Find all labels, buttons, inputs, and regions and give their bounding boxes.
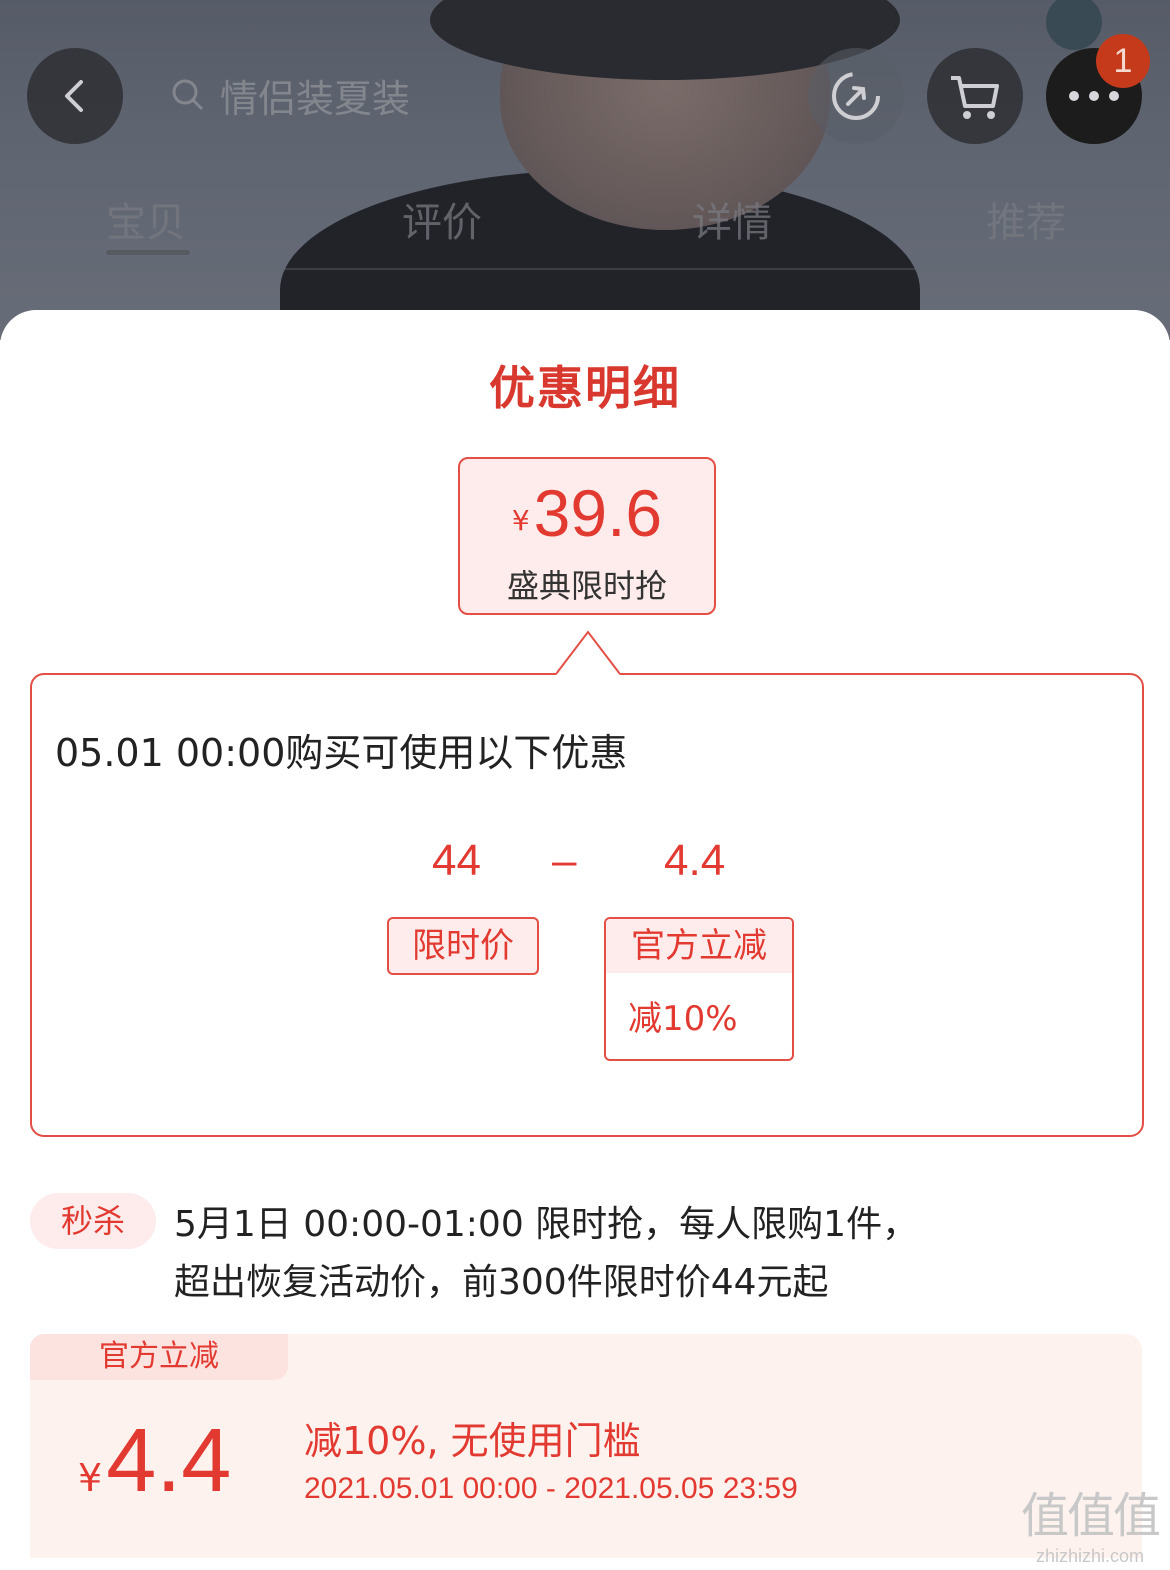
coupon-description: 减10%, 无使用门槛 [304,1419,641,1463]
limited-price-tag: 限时价 [387,917,539,975]
price-label: 盛典限时抢 [506,567,667,605]
tab-recommend[interactable]: 推荐 [986,190,1066,248]
search-icon [172,79,204,111]
flash-sale-line-2: 超出恢复活动价，前300件限时价44元起 [174,1262,829,1303]
search-bar[interactable]: 情侣装夏装 [170,68,410,122]
cart-count-badge: 1 [1096,34,1150,88]
discount-heading: 05.01 00:00购买可使用以下优惠 [55,731,628,775]
dim-overlay [0,0,1170,340]
final-price: ¥39.6 [460,475,714,551]
site-watermark: 值值值 zhizhizhi.com [1020,1476,1161,1567]
more-dots-icon [1069,91,1119,101]
cart-button[interactable] [927,48,1023,144]
coupon-validity-dates: 2021.05.01 00:00 - 2021.05.05 23:59 [304,1472,798,1505]
price-currency: ¥ [511,504,530,537]
watermark-url: zhizhizhi.com [1035,1546,1145,1566]
price-value: 39.6 [533,476,663,550]
official-discount-title: 官方立减 [606,919,792,973]
product-page-backdrop: 情侣装夏装 1 宝贝 评价 详情 推荐 [0,0,1170,340]
coupon-currency: ¥ [78,1456,103,1500]
base-price-value: 44 [432,836,481,885]
flash-sale-line-1: 5月1日 00:00-01:00 限时抢，每人限购1件， [174,1204,919,1245]
cart-icon [951,76,999,119]
chevron-left-icon [65,80,83,112]
discount-value: 4.4 [664,836,726,885]
official-discount-body: 减10% [628,999,738,1039]
flash-sale-description: 5月1日 00:00-01:00 限时抢，每人限购1件， 超出恢复活动价，前30… [174,1196,1024,1312]
callout-caret [556,630,620,675]
tab-divider [0,268,1170,270]
coupon-amount: ¥4.4 [78,1410,231,1513]
final-price-box: ¥39.6 盛典限时抢 [458,457,716,615]
share-icon [832,72,880,120]
coupon-tab-label: 官方立减 [30,1334,288,1380]
official-discount-tag: 官方立减 减10% [604,917,794,1061]
sheet-title: 优惠明细 [489,361,681,415]
flash-sale-tag: 秒杀 [30,1193,156,1249]
back-button[interactable] [27,48,123,144]
share-button[interactable] [808,48,904,144]
search-text: 情侣装夏装 [220,76,411,121]
tab-details[interactable]: 详情 [692,190,772,248]
minus-operator: – [552,836,577,885]
coupon-value: 4.4 [106,1411,232,1511]
tab-reviews[interactable]: 评价 [402,190,482,248]
tab-item[interactable]: 宝贝 [106,190,186,248]
active-tab-indicator [106,250,190,255]
watermark-logo: 值值值 [1020,1488,1161,1544]
